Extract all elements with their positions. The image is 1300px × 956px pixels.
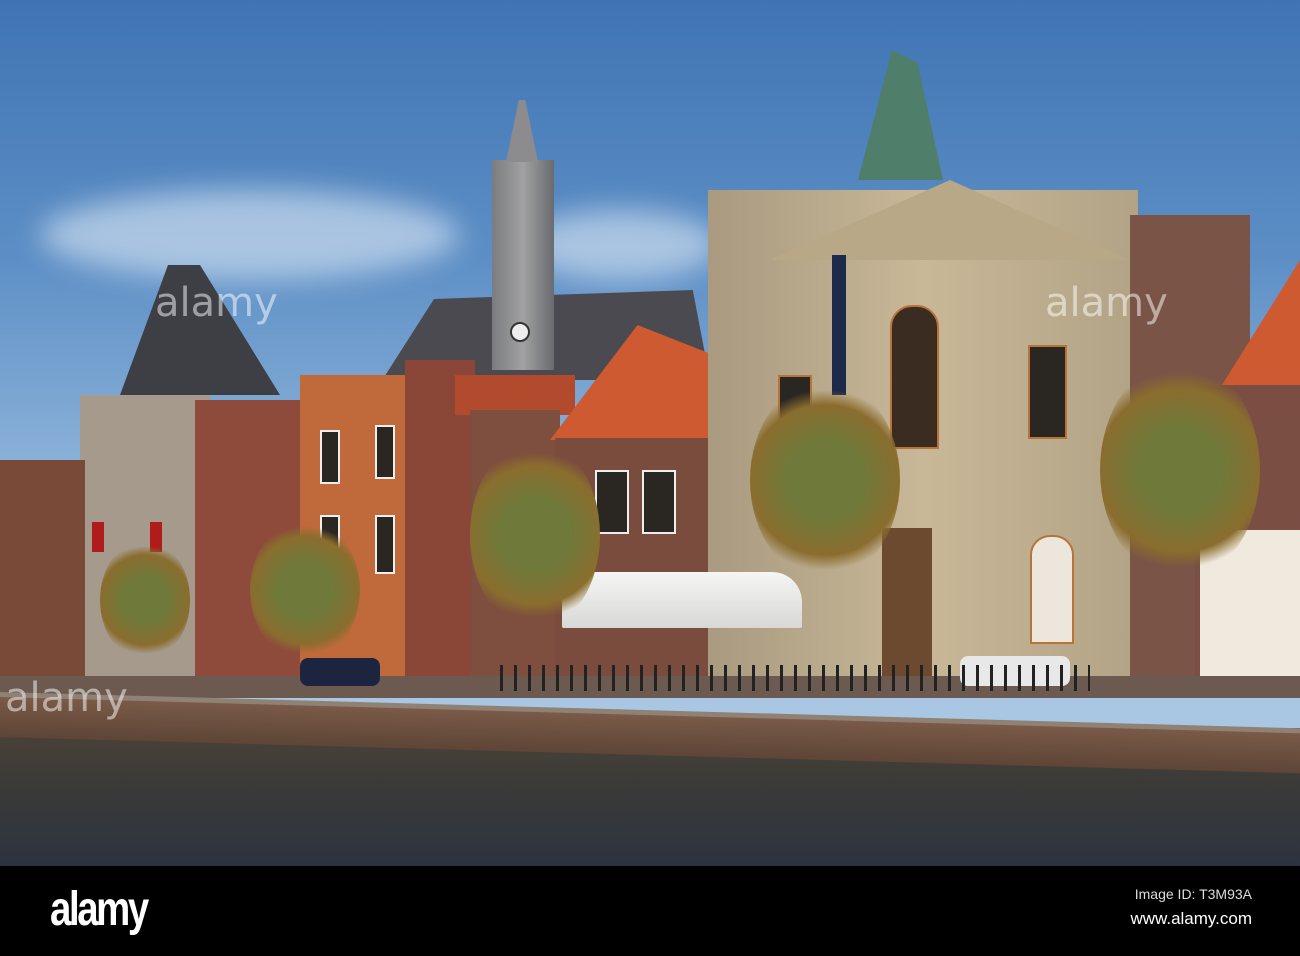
watermark-logo: alamy: [5, 675, 128, 721]
cloud: [40, 190, 460, 280]
bicycles: [500, 665, 1090, 691]
window: [375, 515, 395, 574]
shutter: [92, 522, 104, 552]
tree: [100, 540, 190, 660]
car: [300, 658, 380, 686]
window: [375, 425, 395, 479]
roof: [455, 375, 575, 415]
window: [1028, 345, 1067, 439]
museum-door: [882, 528, 932, 678]
window-arched: [890, 305, 939, 449]
alamy-logo: alamy: [50, 883, 149, 936]
awning: [562, 572, 802, 628]
flag: [832, 255, 846, 395]
window-arched: [1030, 535, 1074, 644]
image-id: Image ID: T3M93A: [1134, 886, 1252, 902]
watermark-logo: alamy: [155, 280, 278, 326]
window: [595, 470, 629, 534]
window: [642, 470, 676, 534]
watermark-bar: alamy Image ID: T3M93A www.alamy.com: [0, 866, 1300, 956]
window: [320, 430, 340, 484]
tree: [750, 380, 900, 580]
tree: [250, 520, 360, 660]
clock-icon: [510, 322, 530, 342]
alamy-url: www.alamy.com: [1130, 909, 1252, 928]
building: [0, 460, 85, 680]
tree: [470, 440, 600, 630]
tree: [1100, 360, 1260, 580]
watermark-logo: alamy: [1045, 280, 1168, 326]
